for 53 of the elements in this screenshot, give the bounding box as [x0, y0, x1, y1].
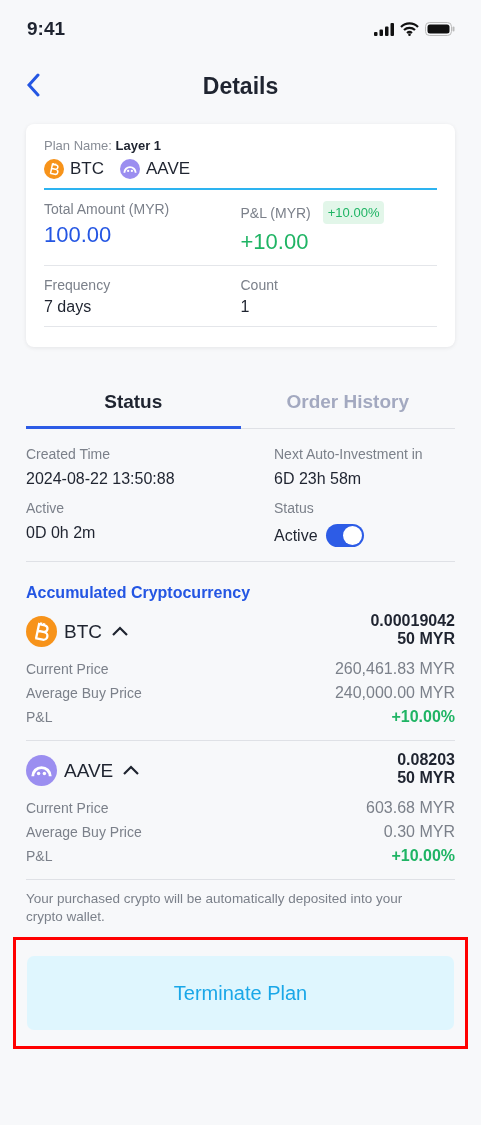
detail-label: P&L: [26, 848, 53, 864]
percent-badge: +10.00%: [322, 201, 385, 224]
coin-amount: 0.08203: [397, 751, 455, 769]
coin-symbol: AAVE: [146, 159, 191, 179]
detail-label: P&L: [26, 709, 53, 725]
field-label: Created Time: [26, 446, 112, 462]
tab[interactable]: Status: [26, 385, 241, 429]
ghost-coin-icon: [26, 755, 57, 786]
total-amount: 100.00: [44, 222, 113, 248]
field-label: Frequency: [44, 277, 112, 293]
wifi-icon: [400, 22, 419, 36]
coin-symbol: AAVE: [64, 759, 114, 782]
toggle-switch[interactable]: [325, 524, 364, 547]
detail-value: +10.00%: [391, 708, 455, 726]
pnl-amount: +10.00: [240, 229, 310, 255]
field-value: 0D 0h 2m: [26, 524, 97, 542]
field-value: 6D 23h 58m: [274, 470, 363, 488]
coin-value: 50 MYR: [397, 630, 455, 648]
coin-value: 50 MYR: [397, 769, 455, 787]
ghost-coin-icon: [120, 159, 140, 179]
coin-symbol: BTC: [64, 620, 102, 643]
field-value: 2024-08-22 13:50:88: [26, 470, 176, 488]
bitcoin-icon: [44, 159, 64, 179]
battery-icon: [425, 22, 455, 36]
detail-label: Current Price: [26, 800, 109, 816]
detail-label: Current Price: [26, 661, 109, 677]
detail-value: 0.30 MYR: [383, 823, 455, 841]
field-label: Next Auto-Investment in: [274, 446, 424, 462]
deposit-note: Your purchased crypto will be automatically deposited into your crypto wallet.: [26, 890, 404, 926]
field-label: Active: [26, 500, 66, 516]
field-label: P&L (MYR): [240, 204, 311, 221]
bitcoin-icon: [26, 616, 57, 647]
detail-label: Average Buy Price: [26, 824, 142, 840]
detail-value: 260,461.83 MYR: [334, 660, 455, 678]
detail-value: 240,000.00 MYR: [334, 684, 455, 702]
field-value: 1: [240, 298, 251, 316]
coin-symbol: BTC: [70, 159, 104, 179]
tab[interactable]: Order History: [240, 385, 455, 429]
coin-amount: 0.00019042: [370, 612, 455, 630]
field-label: Count: [240, 277, 279, 293]
field-label: Status: [274, 500, 315, 516]
terminate-button[interactable]: Terminate Plan: [27, 956, 454, 1030]
clock-time: 9:41: [27, 18, 66, 40]
field-value: Active: [274, 526, 318, 545]
detail-value: 603.68 MYR: [366, 799, 455, 817]
signal-icon: [374, 22, 394, 36]
page-title: Details: [202, 72, 279, 100]
plan-name: Plan Name: Layer 1: [44, 138, 163, 153]
detail-value: +10.00%: [391, 847, 455, 865]
field-value: 7 days: [44, 298, 93, 316]
detail-label: Average Buy Price: [26, 685, 142, 701]
section-title: Accumulated Cryptocurrency: [26, 584, 252, 602]
field-label: Total Amount (MYR): [44, 201, 171, 217]
